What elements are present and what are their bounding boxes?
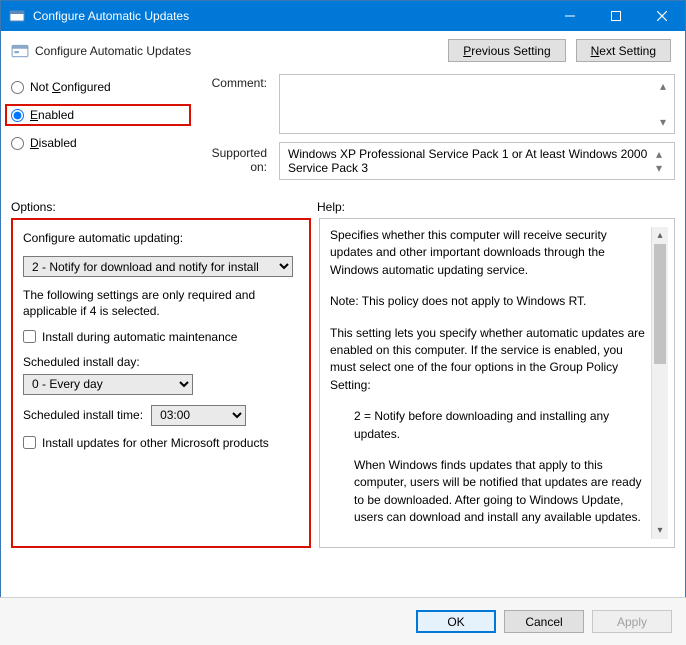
page-title: Configure Automatic Updates: [35, 44, 448, 58]
ok-button[interactable]: OK: [416, 610, 496, 633]
supported-on-label: Supported on:: [201, 134, 273, 180]
help-pane: Specifies whether this computer will rec…: [319, 218, 675, 548]
other-products-input[interactable]: [23, 436, 36, 449]
comment-value: [284, 79, 656, 129]
scroll-thumb[interactable]: [654, 244, 666, 364]
supported-on-value: Windows XP Professional Service Pack 1 o…: [288, 147, 652, 175]
supported-scrollbar[interactable]: ▴▾: [652, 147, 666, 175]
comment-scrollbar[interactable]: ▴▾: [656, 79, 670, 129]
dialog-footer: OK Cancel Apply: [0, 597, 686, 645]
radio-enabled[interactable]: Enabled: [5, 104, 191, 126]
install-maintenance-input[interactable]: [23, 330, 36, 343]
apply-button: Apply: [592, 610, 672, 633]
scroll-up-icon[interactable]: ▴: [652, 227, 668, 244]
titlebar: Configure Automatic Updates: [1, 1, 685, 31]
configure-mode-select[interactable]: 2 - Notify for download and notify for i…: [23, 256, 293, 277]
scheduled-time-label: Scheduled install time:: [23, 408, 143, 422]
next-setting-button[interactable]: Next Setting: [576, 39, 671, 62]
minimize-button[interactable]: [547, 1, 593, 31]
options-pane: Configure automatic updating: 2 - Notify…: [11, 218, 311, 548]
scroll-track[interactable]: [652, 244, 668, 522]
radio-enabled-input[interactable]: [11, 109, 24, 122]
policy-icon: [9, 8, 25, 24]
supported-on-box: Windows XP Professional Service Pack 1 o…: [279, 142, 675, 180]
configure-label: Configure automatic updating:: [23, 230, 299, 246]
options-heading: Options:: [11, 200, 317, 214]
comment-textarea[interactable]: ▴▾: [279, 74, 675, 134]
help-heading: Help:: [317, 200, 345, 214]
scroll-down-icon[interactable]: ▾: [652, 522, 668, 539]
policy-icon: [11, 42, 29, 60]
maximize-button[interactable]: [593, 1, 639, 31]
radio-not-configured[interactable]: Not Configured: [11, 76, 193, 98]
radio-disabled-input[interactable]: [11, 137, 24, 150]
radio-not-configured-input[interactable]: [11, 81, 24, 94]
window-title: Configure Automatic Updates: [33, 9, 547, 23]
scheduled-day-select[interactable]: 0 - Every day: [23, 374, 193, 395]
state-radio-group: Not Configured Enabled Disabled: [11, 74, 193, 180]
cancel-button[interactable]: Cancel: [504, 610, 584, 633]
install-maintenance-checkbox[interactable]: Install during automatic maintenance: [23, 330, 299, 344]
help-text: Specifies whether this computer will rec…: [330, 227, 651, 539]
scheduled-day-label: Scheduled install day:: [23, 354, 299, 370]
scheduled-time-select[interactable]: 03:00: [151, 405, 246, 426]
help-scrollbar[interactable]: ▴ ▾: [651, 227, 668, 539]
other-products-checkbox[interactable]: Install updates for other Microsoft prod…: [23, 436, 299, 450]
comment-label: Comment:: [201, 74, 273, 134]
require-note: The following settings are only required…: [23, 287, 299, 319]
previous-setting-button[interactable]: Previous Setting: [448, 39, 565, 62]
close-button[interactable]: [639, 1, 685, 31]
radio-disabled[interactable]: Disabled: [11, 132, 193, 154]
